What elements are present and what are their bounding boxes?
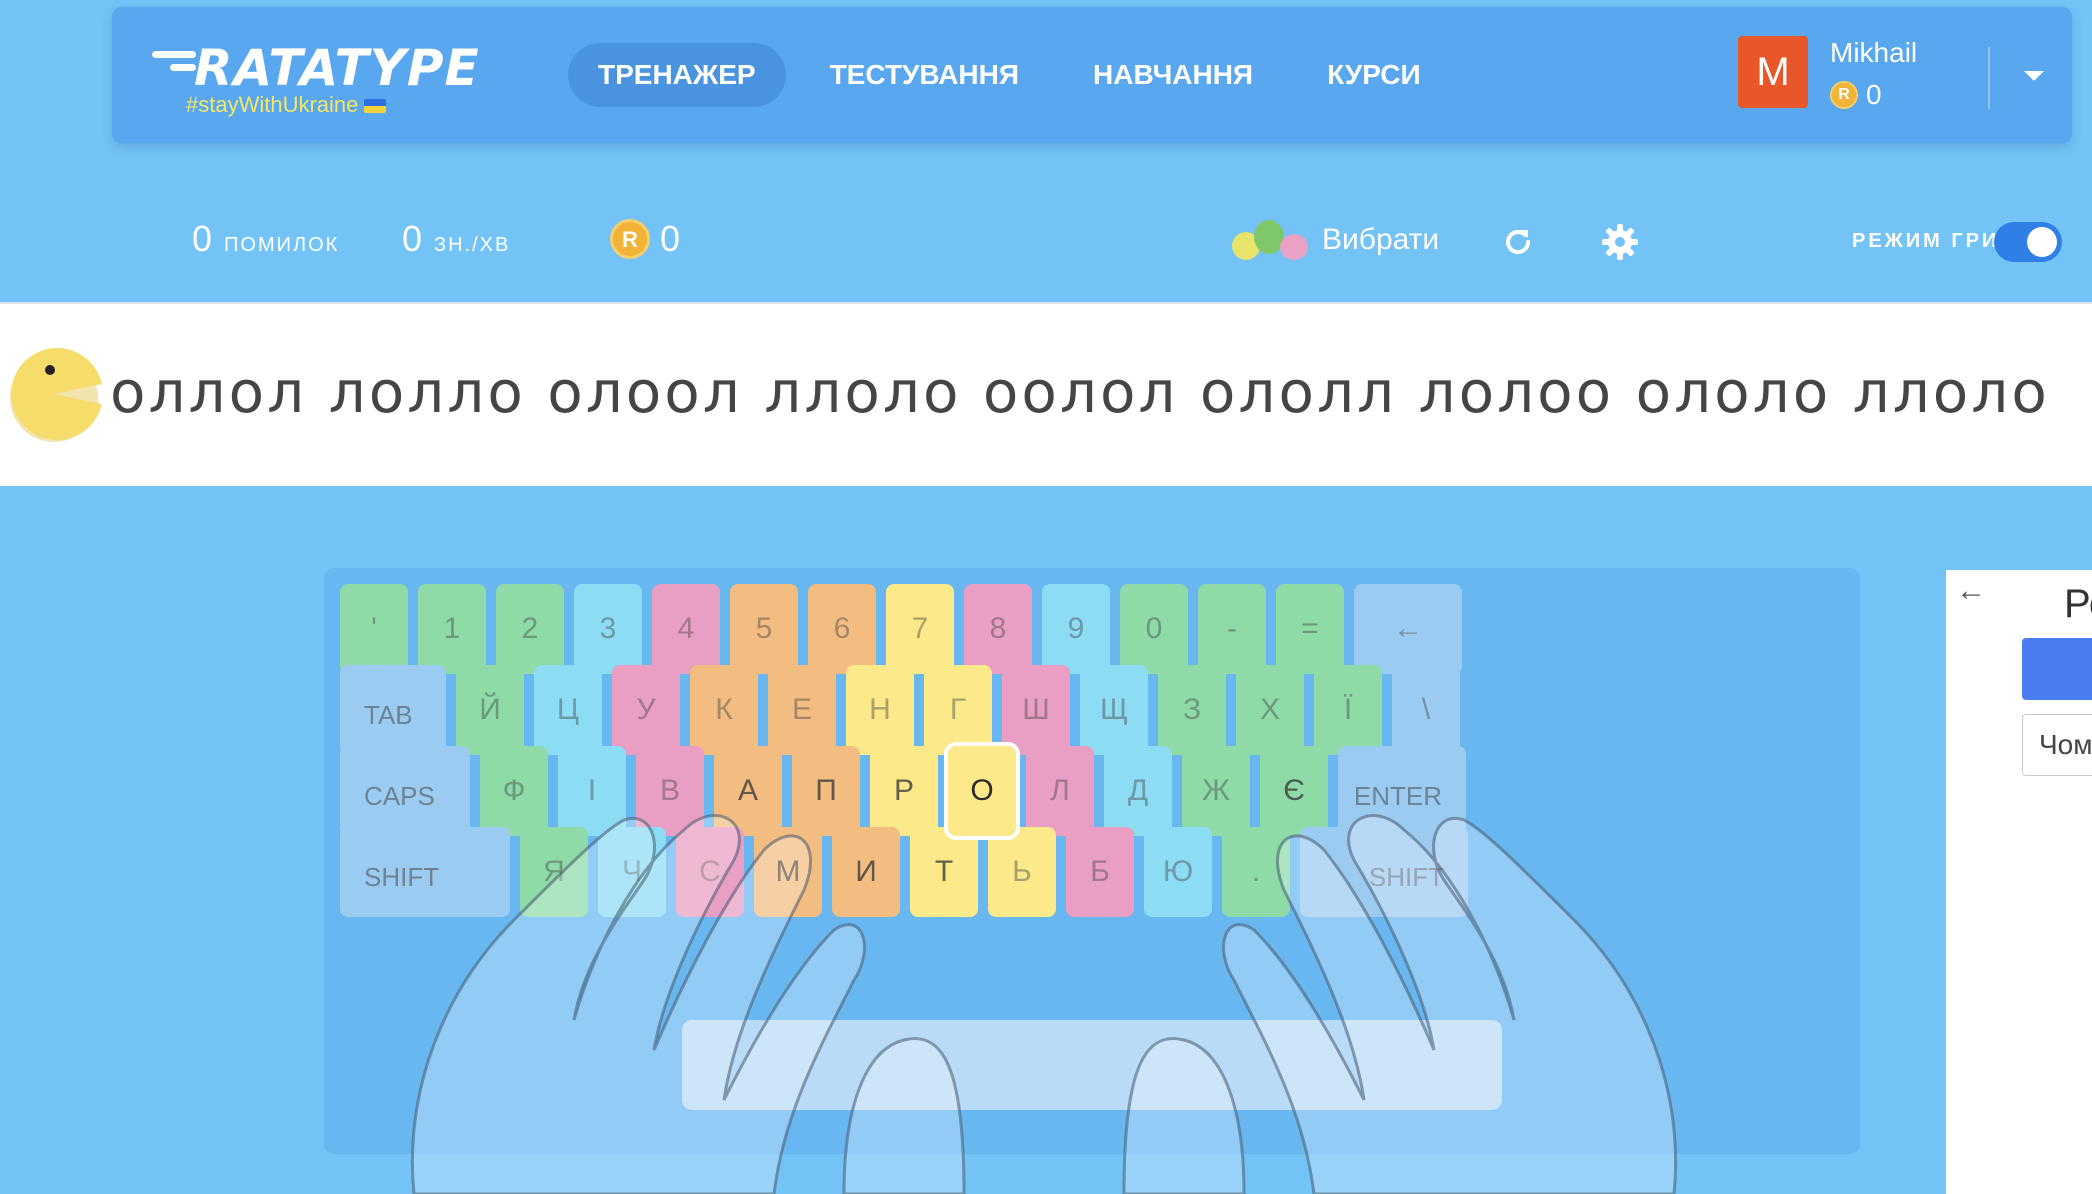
chevron-down-icon[interactable] — [2024, 71, 2044, 81]
key-3: 3 — [574, 584, 642, 674]
session-coins-value: 0 — [660, 218, 681, 259]
key-shift-left: SHIFT — [340, 827, 510, 917]
key-м: М — [754, 827, 822, 917]
logo-wordmark: RATATYPE — [194, 39, 480, 97]
key-а: А — [714, 746, 782, 836]
key-tab: TAB — [340, 665, 446, 755]
refresh-icon[interactable] — [1500, 224, 1536, 260]
logo-speed-lines — [152, 51, 198, 77]
gear-icon[interactable] — [1600, 222, 1640, 262]
key-6: 6 — [808, 584, 876, 674]
key-ь: Ь — [988, 827, 1056, 917]
game-mode-toggle[interactable] — [1994, 222, 2062, 262]
choose-label: Вибрати — [1322, 223, 1440, 256]
key-з: З — [1158, 665, 1226, 755]
key-shift-right: SHIFT — [1300, 827, 1468, 917]
top-navbar: RATATYPE #stayWithUkraine ТРЕНАЖЕР ТЕСТУ… — [112, 7, 2072, 143]
key-←: ← — [1354, 584, 1462, 674]
errors-label: ПОМИЛОК — [224, 234, 340, 256]
key-т: Т — [910, 827, 978, 917]
key-о: О — [944, 742, 1020, 840]
errors-value: 0 — [192, 218, 213, 259]
key-г: Г — [924, 665, 992, 755]
arrow-left-icon[interactable]: ← — [1956, 574, 1986, 608]
key-ч: Ч — [598, 827, 666, 917]
key-у: У — [612, 665, 680, 755]
key-5: 5 — [730, 584, 798, 674]
user-avatar[interactable]: M — [1738, 36, 1808, 108]
nav-learning[interactable]: НАВЧАННЯ — [1063, 43, 1283, 107]
coin-icon: R — [1830, 81, 1858, 109]
game-mode-label: РЕЖИМ ГРИ — [1852, 230, 2000, 252]
key-і: І — [558, 746, 626, 836]
key-д: Д — [1104, 746, 1172, 836]
side-panel: ← Ре Чом — [1946, 570, 2092, 1194]
key-ю: Ю — [1144, 827, 1212, 917]
key-п: П — [792, 746, 860, 836]
speed-stat: 0 ЗН./ХВ — [402, 218, 510, 260]
key-1: 1 — [418, 584, 486, 674]
speed-label: ЗН./ХВ — [434, 234, 511, 256]
birds-icon — [1232, 216, 1312, 264]
key-4: 4 — [652, 584, 720, 674]
key-ж: Ж — [1182, 746, 1250, 836]
key-р: Р — [870, 746, 938, 836]
key-щ: Щ — [1080, 665, 1148, 755]
key-х: Х — [1236, 665, 1304, 755]
key-к: К — [690, 665, 758, 755]
nav-courses[interactable]: КУРСИ — [1297, 43, 1451, 107]
key-ф: Ф — [480, 746, 548, 836]
key-ї: Ї — [1314, 665, 1382, 755]
ukraine-flag-icon — [364, 99, 387, 113]
key-в: В — [636, 746, 704, 836]
session-coins: R 0 — [610, 218, 680, 260]
key-я: Я — [520, 827, 588, 917]
header-divider — [1988, 47, 1990, 109]
key-0: 0 — [1120, 584, 1188, 674]
exercise-text: оллол лолло олоол ллоло оолол ололл лоло… — [110, 358, 2050, 426]
key-е: Е — [768, 665, 836, 755]
virtual-keyboard: ' 1 2 3 4 5 6 7 8 9 0- = ← TAB Й Ц У К Е Н Г Ш Щ З Х Ї \ CAPS Ф І В А П Р… — [324, 568, 1860, 1154]
key-л: Л — [1026, 746, 1094, 836]
user-coins-value: 0 — [1866, 79, 1882, 110]
side-panel-button[interactable] — [2022, 638, 2092, 700]
user-coins: R 0 — [1830, 79, 1882, 111]
choose-character-button[interactable]: Вибрати — [1232, 216, 1439, 264]
errors-stat: 0 ПОМИЛОК — [192, 218, 339, 260]
key-б: Б — [1066, 827, 1134, 917]
side-panel-title: Ре — [2064, 582, 2092, 626]
key-': ' — [340, 584, 408, 674]
key-ш: Ш — [1002, 665, 1070, 755]
logo-tagline: #stayWithUkraine — [186, 91, 387, 119]
user-name[interactable]: Mikhail — [1830, 37, 1917, 69]
key-space — [682, 1020, 1502, 1110]
key-9: 9 — [1042, 584, 1110, 674]
key-н: Н — [846, 665, 914, 755]
nav-trainer[interactable]: ТРЕНАЖЕР — [568, 43, 786, 107]
key-ц: Ц — [534, 665, 602, 755]
key-є: Є — [1260, 746, 1328, 836]
key--: - — [1198, 584, 1266, 674]
exercise-text-strip: оллол лолло олоол ллоло оолол ололл лоло… — [0, 302, 2092, 486]
pacman-icon — [10, 348, 102, 442]
key-с: С — [676, 827, 744, 917]
side-panel-input[interactable]: Чом — [2022, 714, 2092, 776]
main-nav: ТРЕНАЖЕР ТЕСТУВАННЯ НАВЧАННЯ КУРСИ — [568, 43, 1451, 107]
coin-icon: R — [610, 219, 650, 259]
speed-value: 0 — [402, 218, 423, 259]
key-enter: ENTER — [1338, 746, 1466, 836]
ratatype-logo[interactable]: RATATYPE #stayWithUkraine — [152, 39, 482, 119]
key-=: = — [1276, 584, 1344, 674]
key-.: . — [1222, 827, 1290, 917]
key-\: \ — [1392, 665, 1460, 755]
key-2: 2 — [496, 584, 564, 674]
key-8: 8 — [964, 584, 1032, 674]
key-caps: CAPS — [340, 746, 470, 836]
key-й: Й — [456, 665, 524, 755]
key-и: И — [832, 827, 900, 917]
key-7: 7 — [886, 584, 954, 674]
nav-testing[interactable]: ТЕСТУВАННЯ — [800, 43, 1049, 107]
